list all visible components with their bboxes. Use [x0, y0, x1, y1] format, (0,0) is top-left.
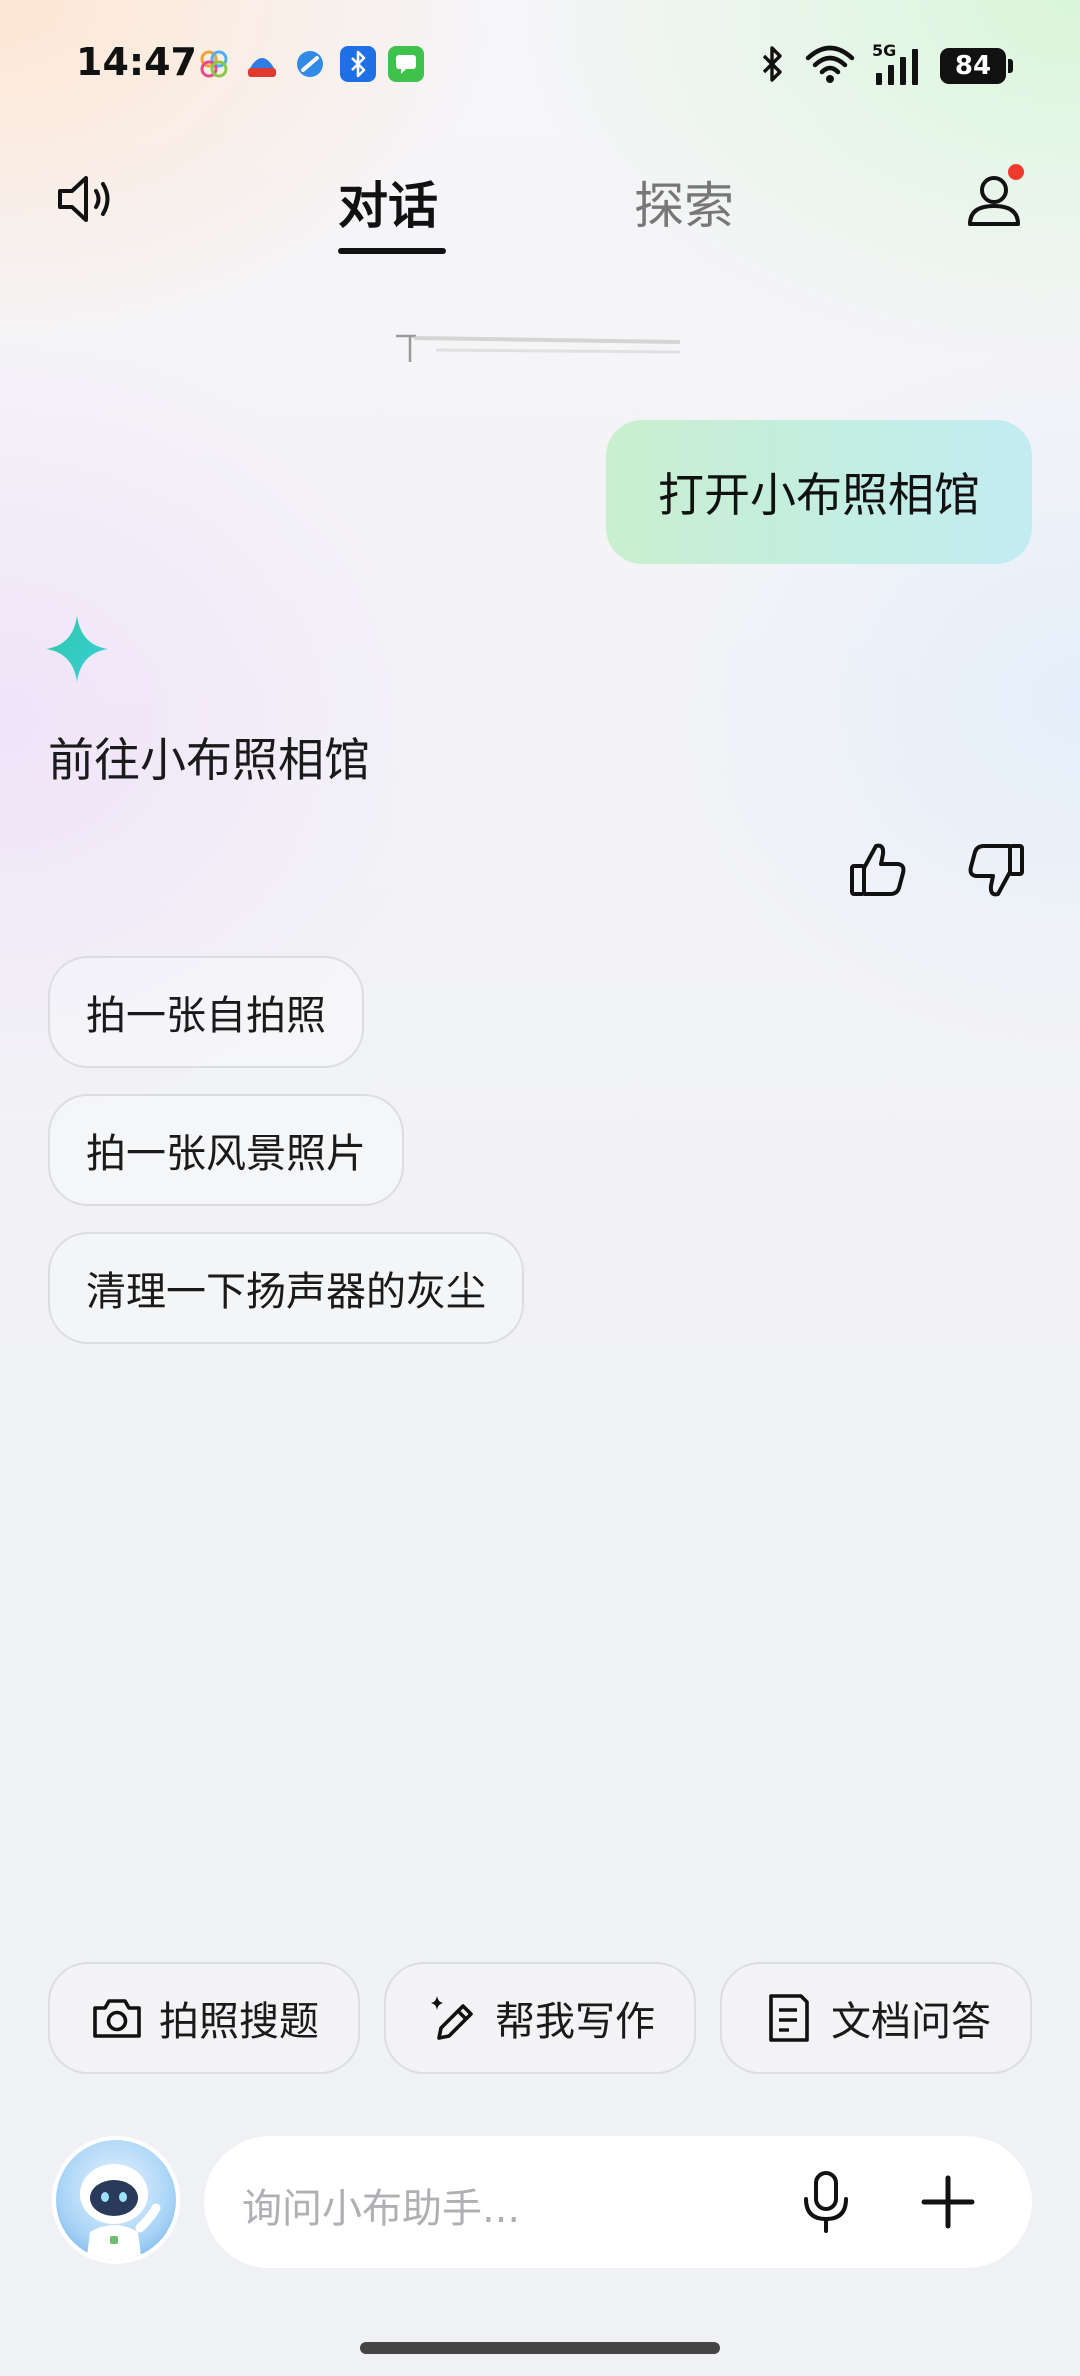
status-bar: 14:47 5G 84	[0, 0, 1080, 130]
document-qa-button[interactable]: 文档问答	[720, 1962, 1032, 2074]
chat-input-bar[interactable]: 询问小布助手...	[204, 2136, 1032, 2268]
notification-dot	[1008, 164, 1024, 180]
profile-button[interactable]	[954, 160, 1034, 240]
tab-explore[interactable]: 探索	[634, 166, 734, 238]
cellular-signal-icon: 5G	[872, 41, 924, 87]
microphone-icon	[804, 2171, 848, 2233]
thumbs-up-icon	[850, 843, 906, 896]
thumbs-down-button[interactable]	[964, 838, 1028, 902]
writing-assist-button[interactable]: 帮我写作	[384, 1962, 696, 2074]
thumbs-down-icon	[968, 844, 1024, 897]
faded-timestamp	[396, 334, 681, 362]
bluetooth-icon	[758, 44, 788, 88]
bluetooth-app-icon	[340, 46, 376, 82]
speaker-toggle-button[interactable]	[50, 164, 120, 234]
tab-dialog[interactable]: 对话	[338, 166, 438, 238]
photo-search-button[interactable]: 拍照搜题	[48, 1962, 360, 2074]
shopping-app-icon	[244, 46, 280, 82]
suggestion-chip[interactable]: 清理一下扬声器的灰尘	[48, 1232, 524, 1344]
photo-search-label: 拍照搜题	[159, 1999, 319, 2045]
chat-input-placeholder[interactable]: 询问小布助手...	[242, 2176, 520, 2234]
home-indicator[interactable]	[360, 2342, 720, 2354]
wifi-icon	[804, 44, 856, 88]
active-tab-indicator	[338, 248, 446, 254]
assistant-avatar[interactable]	[52, 2136, 180, 2264]
add-attachment-button[interactable]	[910, 2164, 986, 2240]
document-qa-label: 文档问答	[831, 1999, 991, 2045]
speaker-icon	[58, 176, 110, 222]
user-message-bubble[interactable]: 打开小布照相馆	[606, 420, 1032, 564]
robot-mascot-icon	[80, 2164, 161, 2260]
assistant-sparkle-icon	[46, 616, 108, 682]
thumbs-up-button[interactable]	[846, 838, 910, 902]
photos-app-icon	[196, 46, 232, 82]
battery-indicator: 84	[940, 48, 1013, 84]
browser-app-icon	[292, 46, 328, 82]
system-icons: 5G 84	[758, 41, 1013, 88]
messages-app-icon	[388, 46, 424, 82]
plus-icon	[921, 2175, 975, 2229]
pen-sparkle-icon	[431, 1996, 473, 2040]
status-time: 14:47	[76, 40, 197, 84]
notification-icons	[196, 46, 424, 82]
top-navigation: 对话 探索	[0, 150, 1080, 270]
assistant-reply: 前往小布照相馆	[48, 733, 370, 787]
camera-icon	[93, 1999, 141, 2038]
suggestion-chip[interactable]: 拍一张自拍照	[48, 956, 364, 1068]
document-icon	[769, 1994, 809, 2042]
suggestion-chip[interactable]: 拍一张风景照片	[48, 1094, 404, 1206]
voice-input-button[interactable]	[788, 2164, 864, 2240]
writing-assist-label: 帮我写作	[495, 1999, 655, 2045]
